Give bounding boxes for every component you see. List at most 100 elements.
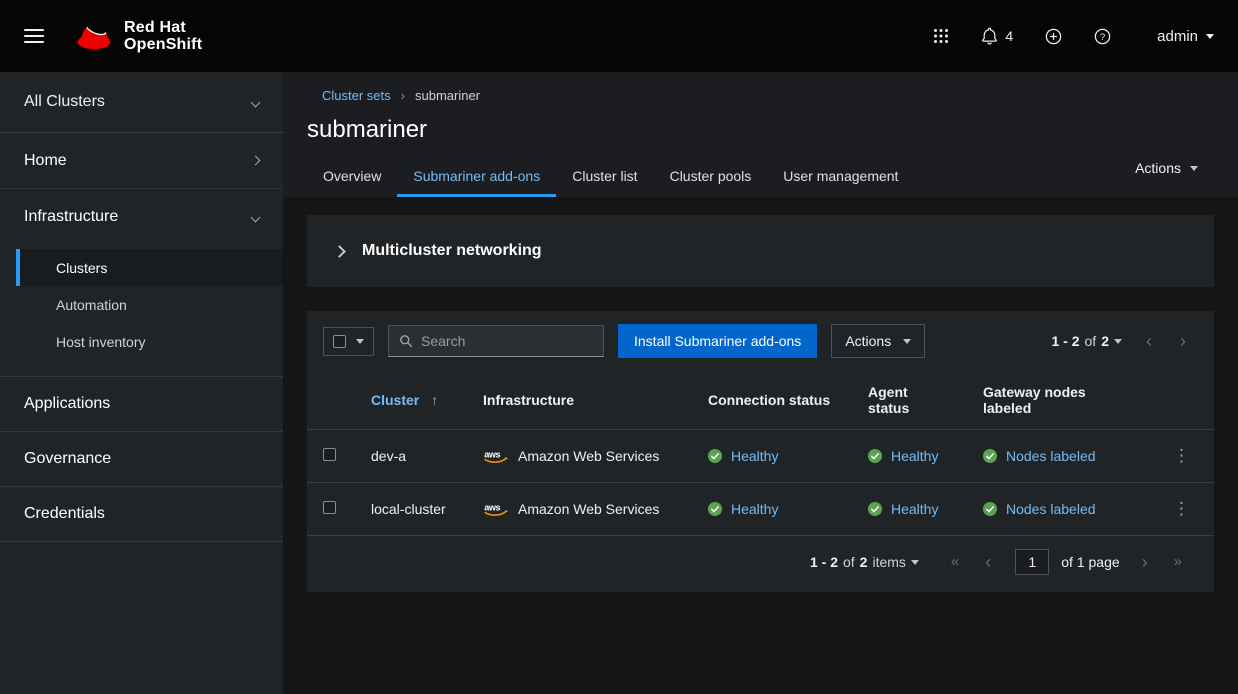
row-kebab-menu[interactable]: ⋮ [1165,497,1198,521]
angle-left-icon: ‹ [1146,331,1152,351]
multicluster-networking-panel[interactable]: Multicluster networking [307,215,1214,287]
perspective-switcher[interactable]: All Clusters [0,72,283,133]
sidebar-item-label: Credentials [24,505,105,523]
help-button[interactable] [1094,28,1111,45]
masthead: Red Hat OpenShift 4 admin [0,0,1238,72]
search-icon [399,334,413,348]
pagination-total: 2 [1101,333,1109,349]
bottom-pagination: 1 - 2 of 2 items « ‹ of [307,536,1214,592]
prev-page-button[interactable]: ‹ [1134,330,1164,352]
add-button[interactable] [1045,28,1062,45]
breadcrumb-current: submariner [415,88,480,103]
sidebar-item-applications[interactable]: Applications [0,377,283,432]
page-actions-dropdown[interactable]: Actions [1135,160,1198,176]
pagination-menu-toggle[interactable]: 1 - 2 of 2 items [810,554,927,570]
check-circle-icon [983,502,997,516]
question-circle-icon [1094,28,1111,45]
sidebar-item-clusters[interactable]: Clusters [16,249,283,286]
caret-down-icon [1206,34,1214,39]
connection-status-link[interactable]: Healthy [731,501,778,517]
notifications-button[interactable]: 4 [981,27,1013,45]
breadcrumb-cluster-sets-link[interactable]: Cluster sets [322,88,391,103]
page-title: submariner [307,116,1214,144]
table-row: local-cluster Amazon Web Services [307,483,1214,536]
select-all-checkbox[interactable] [333,335,346,348]
sidebar-item-label: Applications [24,395,110,413]
infrastructure-subnav: Clusters Automation Host inventory [0,245,283,376]
angle-left-icon: ‹ [985,552,991,572]
table-row: dev-a Amazon Web Services Heal [307,430,1214,483]
last-page-button[interactable]: » [1166,551,1190,573]
app-launcher-button[interactable] [933,28,949,44]
submariner-table-card: Install Submariner add-ons Actions 1 - 2… [307,311,1214,592]
column-label: Cluster [371,392,419,408]
tab-user-management[interactable]: User management [767,155,914,197]
prev-page-button[interactable]: ‹ [973,551,1003,573]
user-menu[interactable]: admin [1157,28,1214,45]
agent-status-link[interactable]: Healthy [891,501,938,517]
sidebar-item-governance[interactable]: Governance [0,432,283,487]
brand-logo[interactable]: Red Hat OpenShift [74,19,202,53]
gateway-nodes-link[interactable]: Nodes labeled [1006,501,1096,517]
column-header-connection-status[interactable]: Connection status [692,371,852,430]
install-submariner-button[interactable]: Install Submariner add-ons [618,324,817,358]
sidebar-item-home[interactable]: Home [0,133,283,189]
aws-icon [483,501,509,518]
column-label: Connection status [708,392,830,408]
sidebar-item-infrastructure[interactable]: Infrastructure [0,189,283,245]
column-header-agent-status[interactable]: Agent status [852,371,967,430]
kebab-column-header [1149,371,1214,430]
sidebar-item-host-inventory[interactable]: Host inventory [16,323,283,360]
sidebar-item-credentials[interactable]: Credentials [0,487,283,542]
column-label: Agent status [868,384,909,416]
nav-toggle-button[interactable] [24,29,44,43]
infrastructure-label: Amazon Web Services [518,501,659,517]
next-page-button[interactable]: › [1130,551,1160,573]
tab-submariner-add-ons[interactable]: Submariner add-ons [397,155,556,197]
row-checkbox[interactable] [323,501,336,514]
page-header: Cluster sets › submariner submariner Act… [283,72,1238,197]
search-input[interactable] [421,333,593,349]
check-circle-icon [983,449,997,463]
username: admin [1157,28,1198,45]
next-page-button[interactable]: › [1168,330,1198,352]
tab-cluster-pools[interactable]: Cluster pools [654,155,768,197]
connection-status-link[interactable]: Healthy [731,448,778,464]
column-header-gateway-nodes[interactable]: Gateway nodes labeled [967,371,1149,430]
check-circle-icon [868,502,882,516]
current-page-input[interactable] [1015,549,1049,575]
tab-overview[interactable]: Overview [307,155,397,197]
page-actions-label: Actions [1135,160,1181,176]
caret-down-icon [1114,339,1122,344]
agent-status-link[interactable]: Healthy [891,448,938,464]
first-page-button[interactable]: « [943,551,967,573]
caret-down-icon [1190,166,1198,171]
plus-circle-icon [1045,28,1062,45]
angle-double-left-icon: « [951,553,959,570]
kebab-icon: ⋮ [1173,499,1190,518]
gateway-nodes-link[interactable]: Nodes labeled [1006,448,1096,464]
brand-text: Red Hat OpenShift [124,19,202,53]
aws-icon [483,448,509,465]
cluster-name: local-cluster [371,501,446,517]
column-header-infrastructure[interactable]: Infrastructure [467,371,692,430]
column-header-cluster[interactable]: Cluster↑ [355,371,467,430]
masthead-toolbar: 4 admin [933,27,1214,45]
bell-icon [981,27,998,45]
pagination-range: 1 - 2 [1052,333,1080,349]
row-kebab-menu[interactable]: ⋮ [1165,444,1198,468]
angle-right-icon: › [1180,331,1186,351]
pagination-range: 1 - 2 [810,554,838,570]
pagination-menu-toggle[interactable]: 1 - 2 of 2 [1052,333,1131,349]
top-pagination: 1 - 2 of 2 ‹ › [1052,330,1199,352]
row-checkbox[interactable] [323,448,336,461]
bulk-select-dropdown[interactable] [323,327,374,356]
chevron-right-icon [251,156,261,166]
table-actions-label: Actions [845,333,891,349]
tab-cluster-list[interactable]: Cluster list [556,155,653,197]
sidebar-item-automation[interactable]: Automation [16,286,283,323]
table-actions-dropdown[interactable]: Actions [831,324,925,358]
caret-down-icon [356,339,364,344]
caret-down-icon [911,560,919,565]
check-circle-icon [868,449,882,463]
